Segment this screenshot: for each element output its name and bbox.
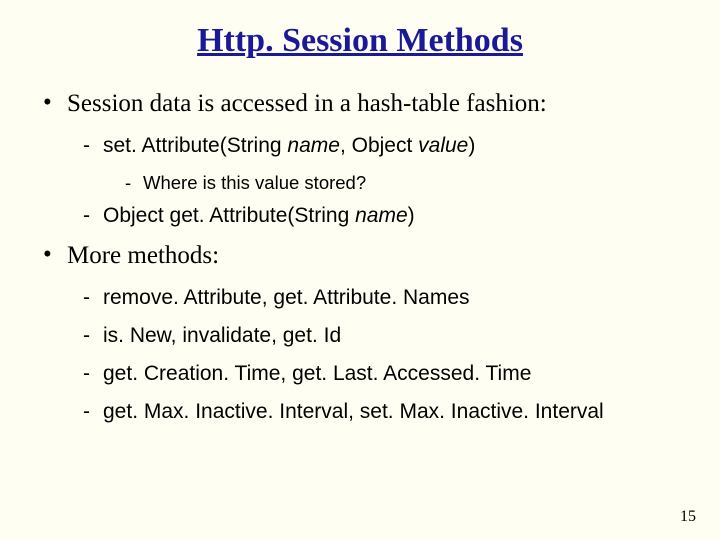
slide-title: Http. Session Methods	[35, 22, 685, 60]
slide-container: Http. Session Methods Session data is ac…	[0, 0, 720, 540]
set-attribute-text-1: set. Attribute(String	[103, 134, 287, 157]
bullet-get-attribute: Object get. Attribute(String name)	[83, 204, 685, 228]
set-attribute-param-value: value	[418, 134, 468, 157]
set-attribute-text-2: , Object	[340, 134, 418, 157]
get-attribute-text-1: Object get. Attribute(String	[103, 204, 355, 227]
bullet-set-attribute: set. Attribute(String name, Object value…	[83, 134, 685, 158]
bullet-is-new: is. New, invalidate, get. Id	[83, 324, 685, 348]
get-attribute-text-2: )	[408, 204, 415, 227]
set-attribute-text-3: )	[468, 134, 475, 157]
page-number: 15	[680, 508, 696, 526]
bullet-more-methods: More methods:	[43, 242, 685, 270]
bullet-remove-attribute: remove. Attribute, get. Attribute. Names	[83, 286, 685, 310]
set-attribute-param-name: name	[287, 134, 340, 157]
get-attribute-param-name: name	[355, 204, 408, 227]
bullet-max-inactive: get. Max. Inactive. Interval, set. Max. …	[83, 400, 685, 424]
bullet-session-access: Session data is accessed in a hash-table…	[43, 90, 685, 118]
bullet-creation-time: get. Creation. Time, get. Last. Accessed…	[83, 362, 685, 386]
bullet-where-stored: Where is this value stored?	[125, 172, 685, 194]
